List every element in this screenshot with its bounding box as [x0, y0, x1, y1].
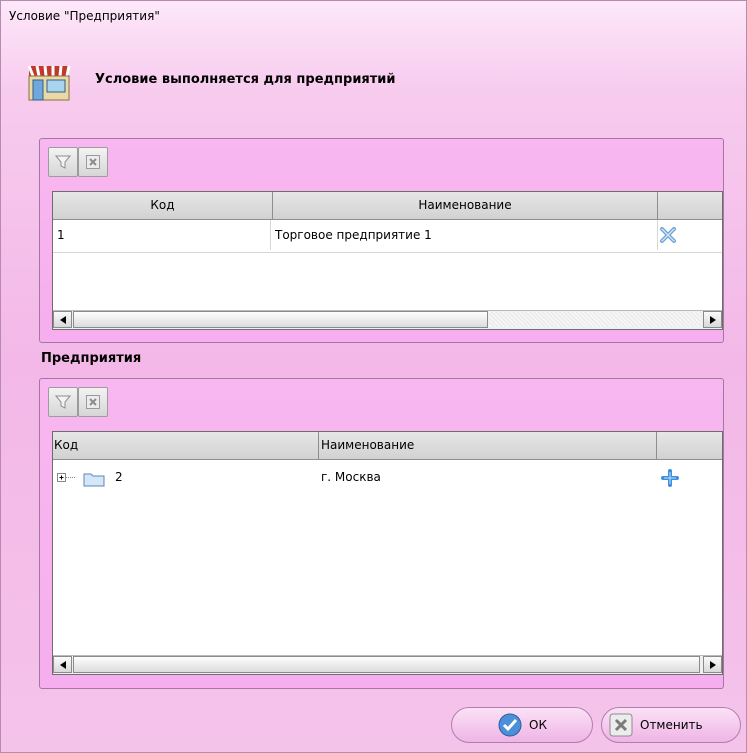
column-header-code[interactable]: Код — [53, 192, 273, 220]
ok-button[interactable]: ОК — [451, 707, 593, 743]
filter-icon — [55, 395, 71, 409]
scroll-right-button[interactable] — [703, 311, 722, 328]
horizontal-scrollbar[interactable] — [53, 655, 722, 674]
dialog-window: Условие "Предприятия" Условие выполняетс… — [0, 0, 747, 753]
arrow-left-icon — [59, 660, 66, 669]
clear-filter-button[interactable] — [78, 387, 108, 417]
ok-label: ОК — [529, 718, 547, 732]
clear-filter-button[interactable] — [78, 147, 108, 177]
column-header-action — [657, 432, 722, 460]
arrow-right-icon — [709, 315, 716, 324]
cell-code: 1 — [57, 220, 271, 250]
cancel-button[interactable]: Отменить — [601, 707, 741, 743]
cell-name: г. Москва — [321, 470, 381, 484]
check-icon — [498, 713, 522, 737]
folder-icon — [83, 473, 105, 487]
table-row[interactable]: 1 Торговое предприятие 1 — [53, 220, 722, 253]
column-header-action — [658, 192, 722, 220]
column-header-name[interactable]: Наименование — [319, 432, 657, 460]
tree-expander-icon[interactable] — [57, 473, 75, 483]
enterprises-panel: Код Наименование 2 г. Москва — [39, 378, 724, 689]
filter-button[interactable] — [48, 387, 78, 417]
selected-grid: Код Наименование 1 Торговое предприятие … — [52, 191, 723, 330]
header-title: Условие выполняется для предприятий — [95, 72, 396, 87]
cancel-label: Отменить — [640, 718, 703, 732]
tree-row[interactable]: 2 г. Москва — [53, 462, 722, 492]
scroll-left-button[interactable] — [53, 311, 72, 328]
filter-button[interactable] — [48, 147, 78, 177]
filter-icon — [55, 155, 71, 169]
add-icon[interactable] — [661, 469, 679, 487]
horizontal-scrollbar[interactable] — [53, 310, 722, 329]
remove-icon[interactable] — [659, 226, 677, 244]
column-header-name[interactable]: Наименование — [273, 192, 658, 220]
arrow-left-icon — [59, 315, 66, 324]
scroll-left-button[interactable] — [53, 656, 72, 673]
selected-panel: Код Наименование 1 Торговое предприятие … — [39, 138, 724, 343]
enterprises-label: Предприятия — [41, 351, 142, 366]
scroll-track[interactable] — [489, 312, 701, 327]
clear-icon — [86, 395, 100, 409]
scroll-right-button[interactable] — [703, 656, 722, 673]
cell-code: 2 — [115, 470, 123, 484]
column-header-code[interactable]: Код — [53, 432, 319, 460]
enterprises-grid: Код Наименование 2 г. Москва — [52, 431, 723, 675]
scroll-thumb[interactable] — [73, 656, 700, 673]
cell-name: Торговое предприятие 1 — [275, 220, 658, 250]
cancel-icon — [609, 713, 633, 737]
arrow-right-icon — [709, 660, 716, 669]
clear-icon — [86, 155, 100, 169]
shop-icon — [27, 65, 71, 101]
window-title: Условие "Предприятия" — [9, 9, 160, 23]
scroll-thumb[interactable] — [73, 311, 488, 328]
